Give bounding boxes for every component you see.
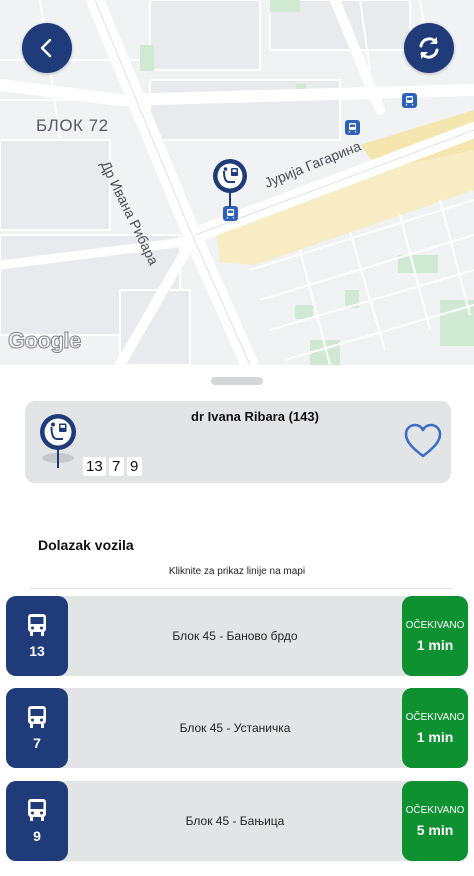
bus-line-number: 7 (33, 735, 41, 751)
eta-badge: OČEKIVANO 5 min (402, 781, 468, 861)
line-chip: 13 (83, 457, 106, 476)
bus-line-badge: 7 (6, 688, 68, 768)
stop-card: dr Ivana Ribara (143) 13 7 9 (25, 401, 451, 483)
eta-badge: OČEKIVANO 1 min (402, 688, 468, 768)
eta-badge: OČEKIVANO 1 min (402, 596, 468, 676)
tram-stop-icon[interactable] (345, 120, 360, 135)
bus-line-number: 9 (33, 828, 41, 844)
tram-stop-icon[interactable] (402, 93, 417, 108)
eta-time: 1 min (416, 728, 454, 745)
bus-line-number: 13 (29, 643, 45, 659)
drag-handle[interactable] (211, 377, 263, 385)
bus-icon (28, 614, 46, 636)
bus-line-badge: 9 (6, 781, 68, 861)
chevron-left-icon (40, 38, 52, 58)
refresh-icon (419, 37, 439, 59)
favorite-heart-icon[interactable] (403, 422, 443, 460)
map-view[interactable]: БЛОК 72 Др Ивана Рибара Јурија Гагарина (0, 0, 474, 365)
map-area-label: БЛОК 72 (36, 116, 109, 135)
eta-status: OČEKIVANO (405, 804, 465, 816)
line-chip: 7 (108, 457, 124, 476)
line-chips: 13 7 9 (83, 457, 142, 476)
arrivals-hint: Kliknite za prikaz linije na mapi (168, 566, 306, 577)
arrivals-title: Dolazak vozila (38, 537, 134, 553)
refresh-button[interactable] (404, 23, 454, 73)
arrival-row[interactable]: 7 Блок 45 - Устаничка OČEKIVANO 1 min (6, 688, 468, 768)
route-name: Блок 45 - Бањица (185, 814, 285, 828)
google-logo: Google (8, 328, 82, 354)
bus-icon (28, 799, 46, 821)
eta-status: OČEKIVANO (405, 619, 465, 631)
eta-time: 5 min (416, 821, 454, 838)
arrival-row[interactable]: 9 Блок 45 - Бањица OČEKIVANO 5 min (6, 781, 468, 861)
bus-stop-pin-icon[interactable] (212, 158, 248, 208)
bottom-sheet: dr Ivana Ribara (143) 13 7 9 Dolazak voz… (0, 365, 474, 876)
stop-name: dr Ivana Ribara (143) (191, 409, 319, 424)
route-name: Блок 45 - Устаничка (179, 721, 291, 735)
eta-time: 1 min (416, 636, 454, 653)
app-screen: БЛОК 72 Др Ивана Рибара Јурија Гагарина (0, 0, 474, 876)
back-button[interactable] (22, 23, 72, 73)
bus-line-badge: 13 (6, 596, 68, 676)
tram-stop-icon[interactable] (223, 206, 238, 221)
line-chip: 9 (126, 457, 142, 476)
divider (30, 588, 452, 589)
bus-stop-pin-icon (40, 414, 76, 468)
arrival-row[interactable]: 13 Блок 45 - Баново брдо OČEKIVANO 1 min (6, 596, 468, 676)
bus-icon (28, 706, 46, 728)
eta-status: OČEKIVANO (405, 711, 465, 723)
route-name: Блок 45 - Баново брдо (172, 629, 298, 643)
